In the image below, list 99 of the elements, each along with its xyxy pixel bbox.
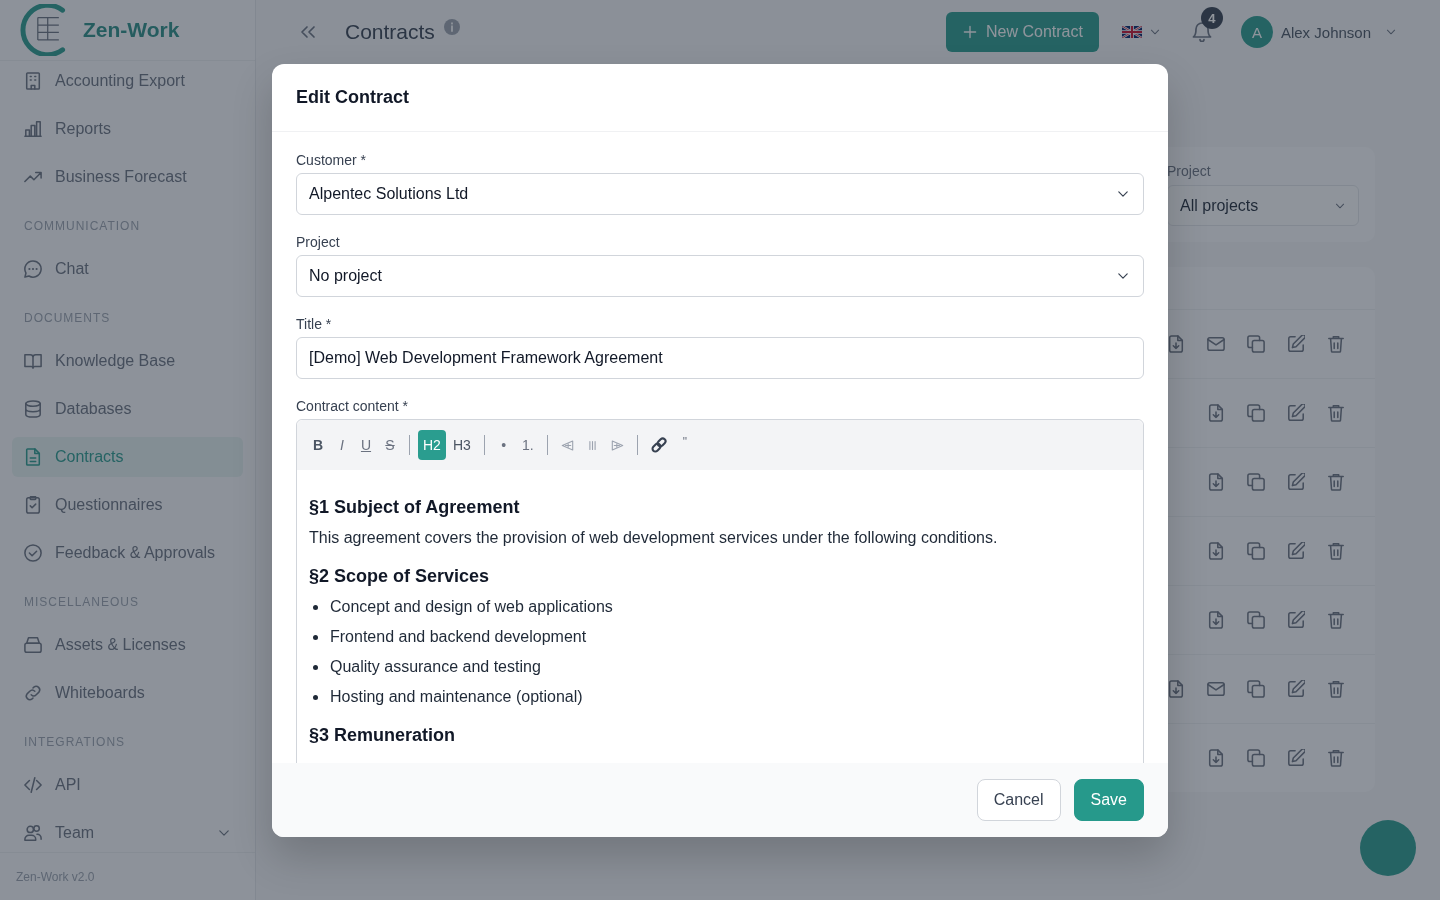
plus-icon	[962, 24, 978, 40]
left-triangle-icon	[560, 438, 574, 452]
nav-item[interactable]: Assets & Licenses	[12, 625, 243, 665]
select-field[interactable]: No project	[296, 255, 1144, 297]
filter-label: Project	[1167, 163, 1212, 179]
nav-item[interactable]: Whiteboards	[12, 673, 243, 713]
field-label: Title *	[296, 315, 333, 334]
bullet-icon	[313, 634, 318, 640]
section-heading: §1 Subject of Agreement	[309, 496, 521, 519]
nav-item[interactable]: Databases	[12, 389, 243, 429]
file-download-icon[interactable]	[1167, 335, 1185, 353]
field-label: Project	[296, 233, 341, 252]
underline-button[interactable]: U	[355, 430, 377, 460]
heading-button[interactable]: H2	[418, 430, 446, 460]
list-item: Hosting and maintenance (optional)	[330, 688, 583, 706]
modal-title: Edit Contract	[296, 87, 409, 108]
nav-item[interactable]: Team	[12, 813, 243, 852]
edit-icon[interactable]	[1287, 335, 1305, 353]
nav-item[interactable]: API	[12, 765, 243, 805]
bullet-icon	[313, 694, 318, 700]
copy-icon[interactable]	[1247, 335, 1265, 353]
mail-icon[interactable]	[1207, 680, 1225, 698]
copy-icon[interactable]	[1247, 542, 1265, 560]
nav-item[interactable]: Contracts	[12, 437, 243, 477]
edit-icon[interactable]	[1287, 542, 1305, 560]
nav-item[interactable]: Questionnaires	[12, 485, 243, 525]
bullet-icon	[313, 664, 318, 670]
edit-icon[interactable]	[1287, 611, 1305, 629]
field-label: Customer *	[296, 151, 368, 170]
clipboard-check-icon	[24, 496, 42, 514]
info-icon	[443, 19, 460, 35]
database-icon	[24, 400, 42, 418]
strikethrough-button[interactable]: S	[379, 430, 401, 460]
copy-icon[interactable]	[1247, 404, 1265, 422]
project-select[interactable]: All projects	[1167, 185, 1359, 226]
paragraph: This agreement covers the provision of web development services under the following conditions.	[309, 528, 999, 548]
code-icon	[24, 776, 42, 794]
cancel-button[interactable]: Cancel	[976, 779, 1061, 821]
right-triangle-icon	[610, 438, 624, 452]
document-icon	[24, 448, 42, 466]
edit-icon[interactable]	[1287, 680, 1305, 698]
bell-icon[interactable]	[1191, 22, 1212, 42]
link-icon	[24, 684, 42, 702]
copy-icon[interactable]	[1247, 749, 1265, 767]
trash-icon[interactable]	[1327, 542, 1345, 560]
edit-icon[interactable]	[1287, 473, 1305, 491]
copy-icon[interactable]	[1247, 611, 1265, 629]
check-circle-icon	[24, 544, 42, 562]
list-item: Concept and design of web applications	[330, 598, 613, 616]
archive-box-icon	[24, 636, 42, 654]
logo-text: Zen-Work	[83, 18, 180, 42]
copy-icon[interactable]	[1247, 473, 1265, 491]
nav-item[interactable]: Accounting Export	[12, 61, 243, 101]
list-item: Quality assurance and testing	[330, 658, 541, 676]
bullet-icon	[313, 604, 318, 610]
nav-item[interactable]: Reports	[12, 109, 243, 149]
floating-action-button[interactable]	[1360, 820, 1416, 876]
language-selector[interactable]	[1121, 26, 1161, 38]
nav-item[interactable]: Feedback & Approvals	[12, 533, 243, 573]
bold-button[interactable]: B	[307, 430, 329, 460]
input-field[interactable]: [Demo] Web Development Framework Agreement	[296, 337, 1144, 379]
trash-icon[interactable]	[1327, 404, 1345, 422]
new-contract-button[interactable]: New Contract	[946, 12, 1099, 52]
chat-bubble-icon	[24, 260, 42, 278]
section-heading: §3 Remuneration	[309, 724, 457, 747]
chain-link-icon	[650, 437, 667, 453]
text-editor[interactable]	[296, 419, 1144, 763]
trash-icon[interactable]	[1327, 335, 1345, 353]
ordered-list-button[interactable]: 1.	[516, 430, 539, 460]
trash-icon[interactable]	[1327, 749, 1345, 767]
bar-chart-icon	[24, 120, 42, 138]
field-label: Contract content *	[296, 397, 410, 416]
italic-button[interactable]: I	[331, 430, 353, 460]
nav-item[interactable]: Business Forecast	[12, 157, 243, 197]
flag-icon	[1121, 26, 1142, 38]
book-icon	[24, 352, 42, 370]
user-menu[interactable]: Alex Johnson	[1280, 23, 1397, 41]
trash-icon[interactable]	[1327, 611, 1345, 629]
edit-icon[interactable]	[1287, 749, 1305, 767]
bullet-list-button[interactable]: •	[492, 430, 515, 460]
building-icon	[24, 72, 42, 90]
nav-item[interactable]: Chat	[12, 249, 243, 289]
section-heading: §2 Scope of Services	[309, 565, 491, 588]
nav-item[interactable]: Knowledge Base	[12, 341, 243, 381]
trash-icon[interactable]	[1327, 680, 1345, 698]
heading-button[interactable]: H3	[447, 430, 476, 460]
list-item: Frontend and backend development	[330, 628, 587, 646]
quote-button[interactable]: "	[673, 430, 696, 460]
notification-badge: 4	[1200, 7, 1223, 29]
trash-icon[interactable]	[1327, 473, 1345, 491]
user-avatar: A	[1240, 16, 1273, 48]
copy-icon[interactable]	[1247, 680, 1265, 698]
page-title: Contracts	[345, 20, 435, 44]
edit-icon[interactable]	[1287, 404, 1305, 422]
mail-icon[interactable]	[1207, 335, 1225, 353]
users-icon	[24, 824, 42, 842]
select-field[interactable]: Alpentec Solutions Ltd	[296, 173, 1144, 215]
file-download-icon[interactable]	[1167, 680, 1185, 698]
save-button[interactable]: Save	[1073, 779, 1144, 821]
